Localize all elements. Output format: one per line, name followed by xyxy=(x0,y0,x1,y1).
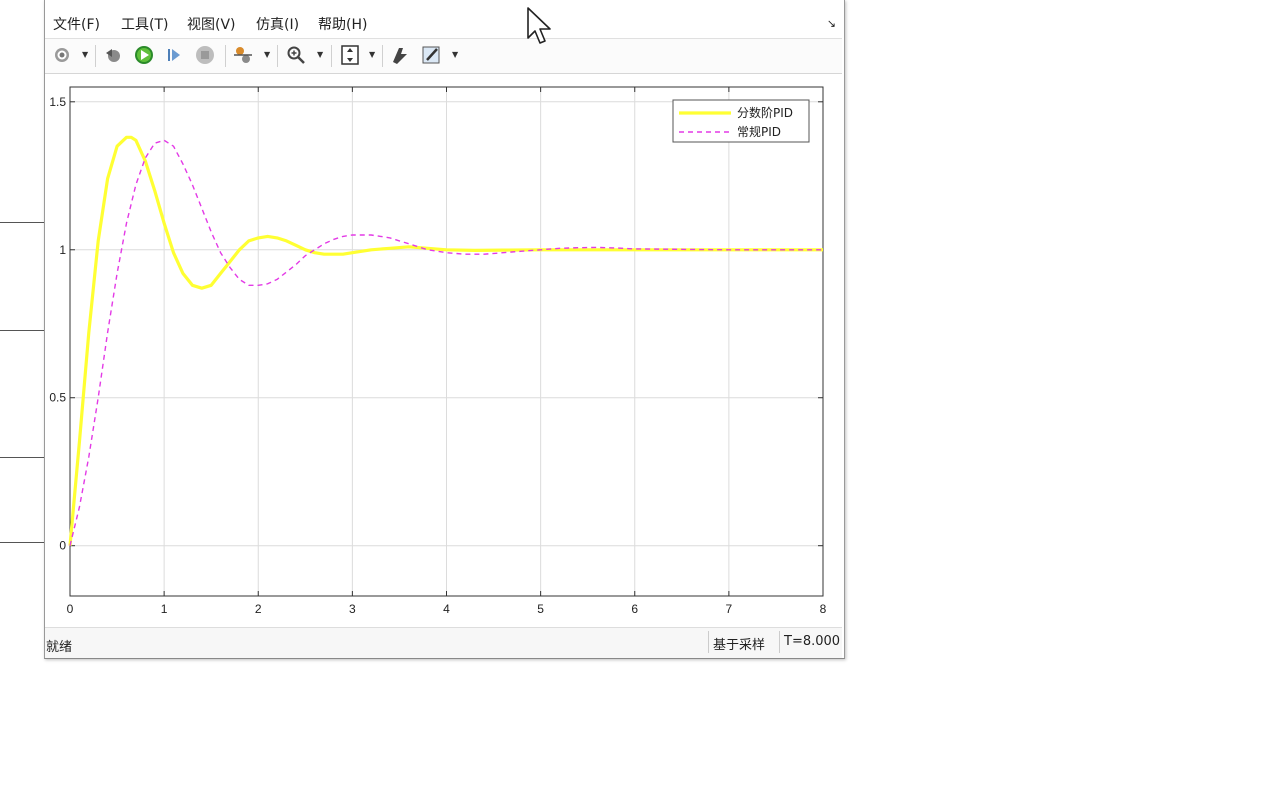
scope-window: 文件(F) 工具(T) 视图(V) 仿真(I) 帮助(H) ↘ ▼ ▼ ▼ ▼ … xyxy=(44,0,845,659)
background-line xyxy=(0,457,46,458)
step-forward-icon[interactable] xyxy=(163,44,185,66)
background-line xyxy=(0,222,46,223)
background-line xyxy=(0,330,46,331)
x-tick-label: 8 xyxy=(820,602,827,616)
toolbar: ▼ ▼ ▼ ▼ ▼ xyxy=(45,39,842,74)
menu-tools[interactable]: 工具(T) xyxy=(121,14,168,34)
menu-help[interactable]: 帮助(H) xyxy=(318,14,367,34)
chevron-down-icon[interactable]: ▼ xyxy=(452,50,458,59)
background-window-edges xyxy=(0,0,46,801)
x-tick-label: 7 xyxy=(726,602,733,616)
signal-icon[interactable] xyxy=(232,44,254,66)
mouse-cursor-icon xyxy=(527,7,551,44)
legend-label-2: 常规PID xyxy=(737,124,781,139)
step-response-chart[interactable]: 0 1 2 3 4 5 6 7 8 0 0.5 1 1.5 分数阶PID 常规PID xyxy=(45,74,842,626)
run-icon[interactable] xyxy=(133,44,155,66)
dock-arrow-icon[interactable]: ↘ xyxy=(827,17,836,30)
style-icon[interactable] xyxy=(421,44,443,66)
stop-icon[interactable] xyxy=(194,44,216,66)
x-tick-label: 0 xyxy=(67,602,74,616)
menu-bar: 文件(F) 工具(T) 视图(V) 仿真(I) 帮助(H) ↘ xyxy=(45,8,842,39)
x-tick-label: 3 xyxy=(349,602,356,616)
x-tick-label: 5 xyxy=(537,602,544,616)
y-tick-label: 0.5 xyxy=(49,391,66,405)
gear-icon[interactable] xyxy=(51,44,73,66)
menu-file[interactable]: 文件(F) xyxy=(53,14,100,34)
zoom-icon[interactable] xyxy=(285,44,307,66)
status-ready: 就绪 xyxy=(46,640,73,655)
chevron-down-icon[interactable]: ▼ xyxy=(369,50,375,59)
step-back-icon[interactable] xyxy=(102,44,124,66)
fit-icon[interactable] xyxy=(339,44,361,66)
x-tick-label: 2 xyxy=(255,602,262,616)
sample-mode-label: 基于采样 xyxy=(708,631,779,653)
legend-label-1: 分数阶PID xyxy=(737,105,793,120)
x-tick-label: 1 xyxy=(161,602,168,616)
x-tick-label: 4 xyxy=(443,602,450,616)
highlight-icon[interactable] xyxy=(389,44,411,66)
plot-area: 0 1 2 3 4 5 6 7 8 0 0.5 1 1.5 分数阶PID 常规PID xyxy=(45,74,842,626)
y-tick-label: 1 xyxy=(59,243,66,257)
status-bar: 就绪 基于采样 T=8.000 xyxy=(45,627,842,658)
chevron-down-icon[interactable]: ▼ xyxy=(317,50,323,59)
y-tick-label: 0 xyxy=(59,539,66,553)
background-line xyxy=(0,542,46,543)
chevron-down-icon[interactable]: ▼ xyxy=(82,50,88,59)
simulation-time-label: T=8.000 xyxy=(779,631,842,653)
menu-view[interactable]: 视图(V) xyxy=(187,14,236,34)
menu-simulation[interactable]: 仿真(I) xyxy=(256,14,299,34)
chevron-down-icon[interactable]: ▼ xyxy=(264,50,270,59)
x-tick-label: 6 xyxy=(631,602,638,616)
y-tick-label: 1.5 xyxy=(49,95,66,109)
